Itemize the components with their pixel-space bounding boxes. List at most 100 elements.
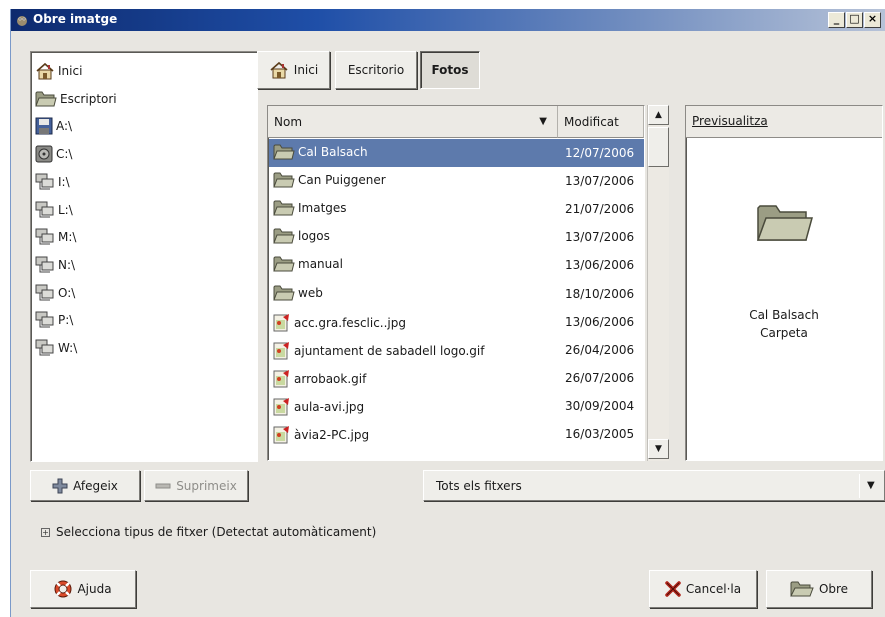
path-button-inici[interactable]: Inici: [257, 51, 330, 89]
place-label: O:\: [58, 285, 76, 300]
place-item[interactable]: P:\: [35, 309, 235, 331]
place-item[interactable]: Escriptori: [35, 88, 235, 110]
place-item[interactable]: N:\: [35, 254, 235, 276]
file-row[interactable]: Imatges 21/07/2006: [269, 195, 644, 223]
preview-kind: Carpeta: [760, 326, 808, 340]
lifebuoy-icon: [54, 580, 72, 598]
place-item[interactable]: I:\: [35, 171, 235, 193]
remove-button-label: Suprimeix: [176, 478, 237, 493]
path-button-label: Inici: [293, 63, 319, 77]
file-name-cell: web: [273, 285, 323, 301]
file-name: aula-avi.jpg: [294, 399, 365, 414]
place-item[interactable]: C:\: [35, 143, 235, 165]
file-name: ajuntament de sabadell logo.gif: [294, 343, 485, 358]
image-file-icon: [273, 313, 291, 333]
minimize-button[interactable]: _: [828, 12, 845, 28]
add-button-label: Afegeix: [73, 478, 118, 493]
dropdown-arrow-icon: ▼: [867, 480, 875, 491]
file-name-cell: logos: [273, 228, 330, 244]
file-date: 26/04/2006: [565, 342, 635, 357]
network-drive-icon: [35, 339, 55, 357]
file-name-cell: aula-avi.jpg: [273, 397, 364, 417]
image-file-icon: [273, 397, 291, 417]
folder-icon: [273, 200, 295, 216]
network-drive-icon: [35, 201, 55, 219]
home-icon: [270, 61, 288, 79]
maximize-button[interactable]: □: [846, 12, 863, 28]
file-filter-select[interactable]: Tots els fitxers ▼: [423, 470, 885, 501]
column-header-name[interactable]: Nom ▼: [268, 106, 558, 138]
floppy-icon: [35, 117, 53, 135]
path-button-escritorio[interactable]: Escritorio: [335, 51, 417, 89]
expand-plus-icon: +: [41, 527, 50, 537]
file-name: acc.gra.fesclic..jpg: [294, 315, 407, 330]
file-name-cell: Can Puiggener: [273, 172, 386, 188]
place-label: Escriptori: [60, 91, 117, 106]
harddisk-icon: [35, 145, 53, 163]
folder-icon: [273, 228, 295, 244]
file-row[interactable]: ajuntament de sabadell logo.gif 26/04/200…: [269, 336, 644, 364]
file-date: 13/07/2006: [565, 174, 635, 189]
file-type-expander[interactable]: + Selecciona tipus de fitxer (Detectat a…: [41, 525, 376, 539]
open-button-label: Obre: [818, 582, 849, 596]
place-label: I:\: [58, 174, 70, 189]
file-date: 21/07/2006: [565, 202, 635, 217]
add-bookmark-button[interactable]: Afegeix: [30, 470, 140, 501]
help-button[interactable]: Ajuda: [30, 570, 136, 608]
place-item[interactable]: M:\: [35, 226, 235, 248]
place-label: Inici: [58, 64, 83, 78]
place-label: A:\: [56, 119, 73, 134]
path-button-fotos[interactable]: Fotos: [420, 51, 480, 89]
network-drive-icon: [35, 311, 55, 329]
maximize-icon: □: [849, 12, 860, 25]
file-name: manual: [298, 257, 343, 272]
cancel-button[interactable]: Cancel·la: [649, 570, 757, 608]
column-modified-label: Modificat: [564, 114, 619, 129]
remove-bookmark-button[interactable]: Suprimeix: [144, 470, 248, 501]
file-filter-value: Tots els fitxers: [436, 479, 522, 493]
file-list: Nom ▼ Modificat Cal Balsach 12/07/2006 Can…: [267, 105, 645, 461]
file-row[interactable]: Cal Balsach 12/07/2006: [269, 139, 644, 167]
place-label: M:\: [58, 230, 77, 245]
remove-icon: [155, 483, 171, 488]
file-name-cell: Imatges: [273, 200, 347, 216]
preview-pane: Previsualitza Cal Balsach Carpeta: [685, 105, 883, 461]
sort-down-icon: ▼: [539, 116, 547, 127]
file-row[interactable]: arrobaok.gif 26/07/2006: [269, 364, 644, 392]
path-button-label: Fotos: [431, 63, 469, 77]
scroll-thumb[interactable]: [648, 127, 669, 167]
file-date: 13/07/2006: [565, 230, 635, 245]
file-row[interactable]: aula-avi.jpg 30/09/2004: [269, 392, 644, 420]
network-drive-icon: [35, 173, 55, 191]
place-item[interactable]: W:\: [35, 337, 235, 359]
file-row[interactable]: web 18/10/2006: [269, 280, 644, 308]
place-item[interactable]: A:\: [35, 115, 235, 137]
help-button-label: Ajuda: [77, 582, 112, 596]
file-row[interactable]: acc.gra.fesclic..jpg 13/06/2006: [269, 308, 644, 336]
file-row[interactable]: logos 13/07/2006: [269, 223, 644, 251]
close-button[interactable]: ×: [864, 12, 881, 28]
file-name: web: [298, 285, 323, 300]
place-item[interactable]: Inici: [35, 60, 235, 82]
file-row[interactable]: àvia2-PC.jpg 16/03/2005: [269, 420, 644, 448]
file-name: Cal Balsach: [298, 145, 368, 159]
places-sidebar: Inici Escriptori A:\ C:\ I:\ L:\ M:\ N:\ O:\ P:\ W…: [30, 51, 258, 462]
cancel-button-label: Cancel·la: [685, 582, 742, 596]
folder-icon: [273, 285, 295, 301]
open-button[interactable]: Obre: [766, 570, 872, 608]
scroll-down-button[interactable]: ▼: [648, 439, 669, 459]
column-header-modified[interactable]: Modificat: [558, 106, 644, 138]
arrow-down-icon: ▼: [655, 444, 662, 454]
network-drive-icon: [35, 228, 55, 246]
file-row[interactable]: Can Puiggener 13/07/2006: [269, 167, 644, 195]
close-icon: ×: [867, 12, 878, 25]
add-icon: [52, 478, 68, 493]
image-file-icon: [273, 369, 291, 389]
file-row[interactable]: manual 13/06/2006: [269, 251, 644, 279]
scroll-up-button[interactable]: ▲: [648, 105, 669, 125]
place-item[interactable]: L:\: [35, 199, 235, 221]
file-list-scrollbar[interactable]: ▲ ▼: [647, 105, 669, 461]
place-item[interactable]: O:\: [35, 282, 235, 304]
open-image-dialog: Obre imatge _ □ × Inici Escriptori A:\ C:\ I…: [10, 9, 885, 617]
file-name: àvia2-PC.jpg: [294, 428, 370, 442]
